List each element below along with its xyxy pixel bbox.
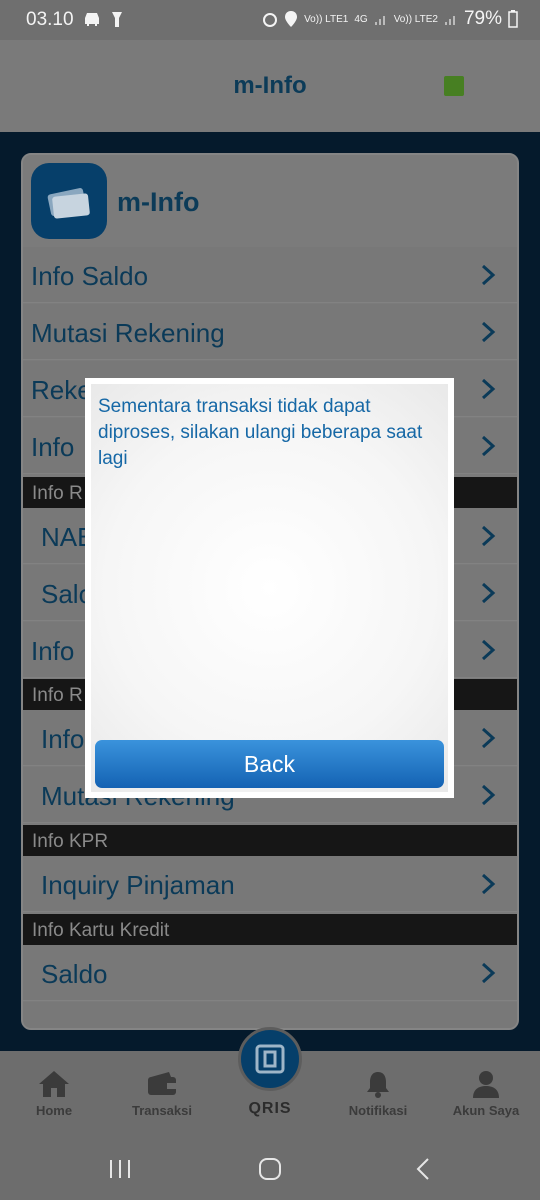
- car-icon: [85, 13, 99, 26]
- menu-item-label: Info Saldo: [31, 261, 149, 291]
- signal-icon: [444, 16, 455, 25]
- user-icon: [473, 1071, 499, 1098]
- section-label: Info R: [32, 483, 83, 504]
- home-button-icon[interactable]: [258, 1157, 282, 1181]
- back-button[interactable]: Back: [95, 740, 444, 788]
- chevron-right-icon: [481, 639, 496, 661]
- menu-item-mutasi-rekening[interactable]: Mutasi Rekening: [23, 304, 517, 360]
- menu-item-saldo[interactable]: Saldo: [23, 945, 517, 1001]
- status-time: 03.10: [26, 9, 74, 30]
- dialog-body: Sementara transaksi tidak dapat diproses…: [91, 384, 448, 792]
- location-icon: [285, 11, 298, 27]
- chevron-right-icon: [481, 435, 496, 457]
- network-type: 4G: [354, 13, 368, 25]
- chevron-right-icon: [481, 264, 496, 286]
- back-nav-icon[interactable]: [414, 1157, 432, 1181]
- nav-label: Home: [35, 1103, 73, 1118]
- minfo-logo-icon: [31, 163, 107, 239]
- card-header: m-Info: [23, 155, 517, 247]
- battery-percent: 79%: [463, 8, 502, 29]
- nav-notifikasi[interactable]: Notifikasi: [328, 1069, 428, 1118]
- nav-home[interactable]: Home: [4, 1069, 104, 1118]
- menu-item-info-saldo[interactable]: Info Saldo: [23, 247, 517, 303]
- nav-akun-saya[interactable]: Akun Saya: [436, 1069, 536, 1118]
- menu-item-label: Info: [31, 636, 75, 666]
- qris-button[interactable]: [238, 1027, 302, 1091]
- nav-transaksi[interactable]: Transaksi: [112, 1069, 212, 1118]
- chevron-right-icon: [481, 727, 496, 749]
- recent-apps-icon[interactable]: [108, 1159, 132, 1179]
- chevron-right-icon: [481, 962, 496, 984]
- chevron-right-icon: [481, 582, 496, 604]
- nav-label: Transaksi: [132, 1103, 192, 1118]
- nav-label: Notifikasi: [348, 1103, 408, 1118]
- app-header: m-Info: [0, 40, 540, 132]
- status-square: [444, 76, 464, 96]
- qris-label: QRIS: [248, 1100, 292, 1117]
- menu-item-inquiry-pinjaman[interactable]: Inquiry Pinjaman: [23, 856, 517, 912]
- flashlight-icon: [112, 12, 122, 27]
- dialog-message: Sementara transaksi tidak dapat diproses…: [98, 396, 423, 469]
- menu-item-partial[interactable]: [23, 1002, 517, 1028]
- battery-icon: [508, 10, 518, 28]
- qris-icon: [255, 1044, 285, 1074]
- menu-item-label: Mutasi Rekening: [31, 318, 225, 348]
- system-nav-bar: [0, 1133, 540, 1200]
- wallet-icon: [148, 1072, 176, 1095]
- section-label: Info Kartu Kredit: [32, 920, 170, 941]
- menu-item-label: Inquiry Pinjaman: [41, 870, 235, 900]
- home-icon: [39, 1071, 69, 1097]
- chevron-right-icon: [481, 321, 496, 343]
- section-label: Info R: [32, 685, 83, 706]
- error-dialog: Sementara transaksi tidak dapat diproses…: [85, 378, 454, 798]
- section-header-info-kpr: Info KPR: [23, 825, 517, 856]
- section-label: Info KPR: [32, 831, 109, 852]
- chevron-right-icon: [481, 525, 496, 547]
- sim2-indicator: Vo)) LTE2: [393, 13, 438, 25]
- signal-icon: [374, 16, 385, 25]
- status-bar: 03.10 Vo)) LTE1 4G Vo)) LTE2 79%: [0, 0, 540, 40]
- card-title: m-Info: [117, 187, 200, 217]
- section-header-info-kartu-kredit: Info Kartu Kredit: [23, 914, 517, 945]
- sim1-indicator: Vo)) LTE1: [304, 13, 349, 25]
- alarm-icon: [263, 13, 278, 27]
- menu-item-label: Saldo: [41, 959, 108, 989]
- menu-item-label: Info: [41, 724, 85, 754]
- menu-item-label: Info: [31, 432, 75, 462]
- chevron-right-icon: [481, 784, 496, 806]
- chevron-right-icon: [481, 378, 496, 400]
- bell-icon: [367, 1072, 389, 1098]
- nav-label: Akun Saya: [452, 1103, 520, 1118]
- menu-item-label: Reke: [31, 375, 92, 405]
- chevron-right-icon: [481, 873, 496, 895]
